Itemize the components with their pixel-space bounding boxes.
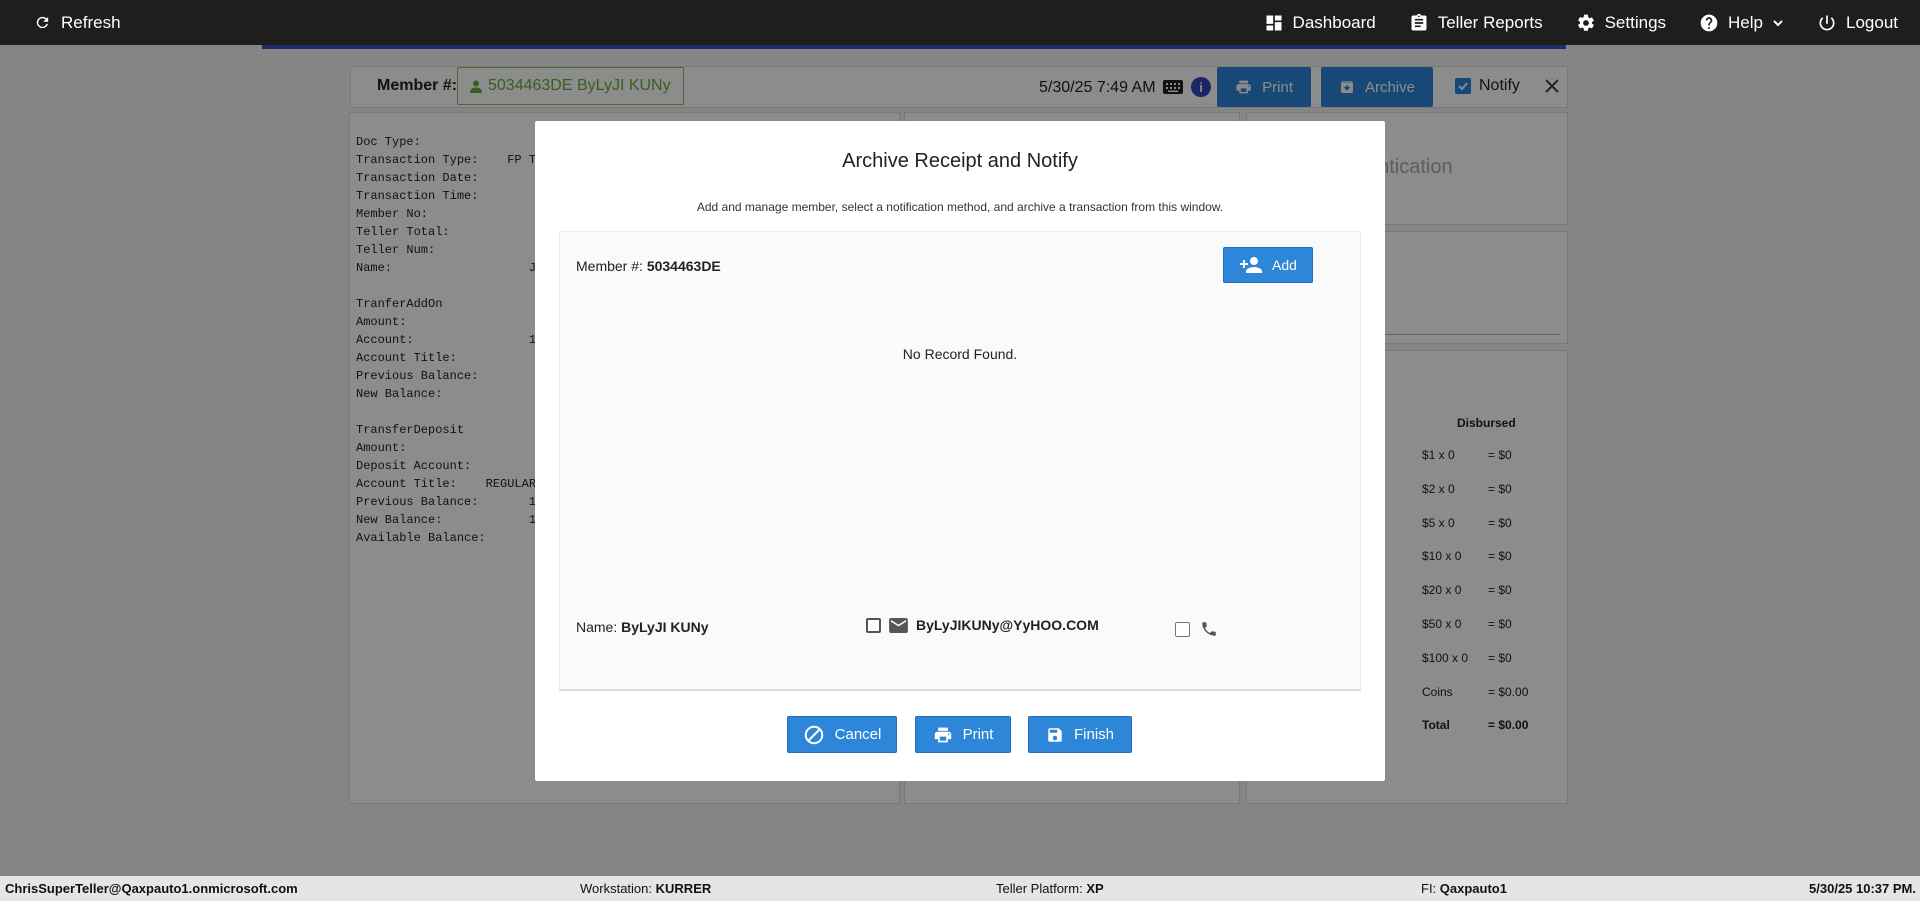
save-icon: [1048, 727, 1062, 742]
status-platform-label: Teller Platform:: [996, 881, 1083, 896]
print-label: Print: [962, 726, 994, 743]
dialog-title: Archive Receipt and Notify: [842, 150, 1078, 172]
email-option: ByLyJIKUNy@YyHOO.COM: [866, 617, 1099, 633]
help-circle-icon: [1700, 14, 1718, 31]
dialog-member-number: Member #: 5034463DE: [576, 258, 721, 274]
dialog-subtitle: Add and manage member, select a notifica…: [696, 200, 1224, 214]
member-contacts-panel: Member #: 5034463DE Add No Record Found.…: [559, 231, 1361, 691]
status-fi: FI: Qaxpauto1: [1421, 881, 1507, 896]
status-platform-value: XP: [1086, 881, 1104, 896]
contact-name: Name: ByLyJI KUNy: [576, 619, 709, 635]
status-user: ChrisSuperTeller@Qaxpauto1.onmicrosoft.c…: [5, 881, 298, 896]
nav-dashboard[interactable]: Dashboard: [1264, 13, 1376, 33]
status-fi-value: Qaxpauto1: [1439, 881, 1507, 896]
nav-logout[interactable]: Logout: [1817, 13, 1898, 33]
refresh-icon: [36, 16, 49, 29]
nav-settings-label: Settings: [1604, 12, 1667, 32]
phone-checkbox[interactable]: [1175, 622, 1190, 637]
nav-teller-reports-label: Teller Reports: [1437, 12, 1543, 32]
status-datetime: 5/30/25 10:37 PM.: [1809, 881, 1916, 896]
status-workstation-value: KURRER: [655, 881, 712, 896]
finish-button[interactable]: Finish: [1028, 716, 1132, 753]
refresh-label: Refresh: [61, 12, 121, 32]
chevron-down-icon: [1773, 19, 1783, 26]
email-address: ByLyJIKUNy@YyHOO.COM: [916, 617, 1099, 633]
finish-label: Finish: [1073, 726, 1114, 743]
status-bar: ChrisSuperTeller@Qaxpauto1.onmicrosoft.c…: [0, 876, 1920, 901]
nav-logout-label: Logout: [1846, 12, 1898, 32]
nav-dashboard-label: Dashboard: [1292, 12, 1376, 32]
power-icon: [1819, 15, 1835, 30]
contact-name-value: ByLyJI KUNy: [621, 619, 709, 635]
nav-settings[interactable]: Settings: [1576, 13, 1666, 33]
nav-help-label: Help: [1728, 12, 1763, 32]
top-bar: Refresh Dashboard Teller Reports Setting…: [0, 0, 1920, 45]
email-icon: [889, 617, 908, 633]
contact-name-label: Name:: [576, 619, 618, 635]
dialog-member-value: 5034463DE: [646, 258, 721, 274]
status-workstation-label: Workstation:: [580, 881, 653, 896]
refresh-button[interactable]: Refresh: [34, 0, 121, 45]
phone-icon: [1202, 622, 1216, 636]
status-fi-label: FI:: [1421, 881, 1437, 896]
gear-icon: [1577, 14, 1594, 31]
top-nav: Dashboard Teller Reports Settings Help L…: [1231, 0, 1898, 45]
add-member-button[interactable]: Add: [1223, 247, 1313, 283]
nav-help[interactable]: Help: [1699, 13, 1784, 33]
archive-notify-dialog: Archive Receipt and Notify Add and manag…: [535, 121, 1385, 781]
no-record-message: No Record Found.: [902, 346, 1018, 362]
person-add-icon: [1240, 257, 1263, 273]
dialog-member-label: Member #:: [576, 258, 643, 274]
printer-icon: [934, 727, 951, 742]
cancel-button[interactable]: Cancel: [787, 716, 897, 753]
dashboard-icon: [1266, 15, 1282, 30]
nav-teller-reports[interactable]: Teller Reports: [1409, 13, 1543, 33]
email-checkbox[interactable]: [866, 617, 881, 633]
status-workstation: Workstation: KURRER: [580, 881, 711, 896]
print-button[interactable]: Print: [915, 716, 1011, 753]
status-platform: Teller Platform: XP: [996, 881, 1104, 896]
clipboard-icon: [1411, 13, 1427, 31]
cancel-icon: [804, 725, 823, 744]
add-member-label: Add: [1272, 257, 1297, 273]
cancel-label: Cancel: [834, 726, 882, 743]
